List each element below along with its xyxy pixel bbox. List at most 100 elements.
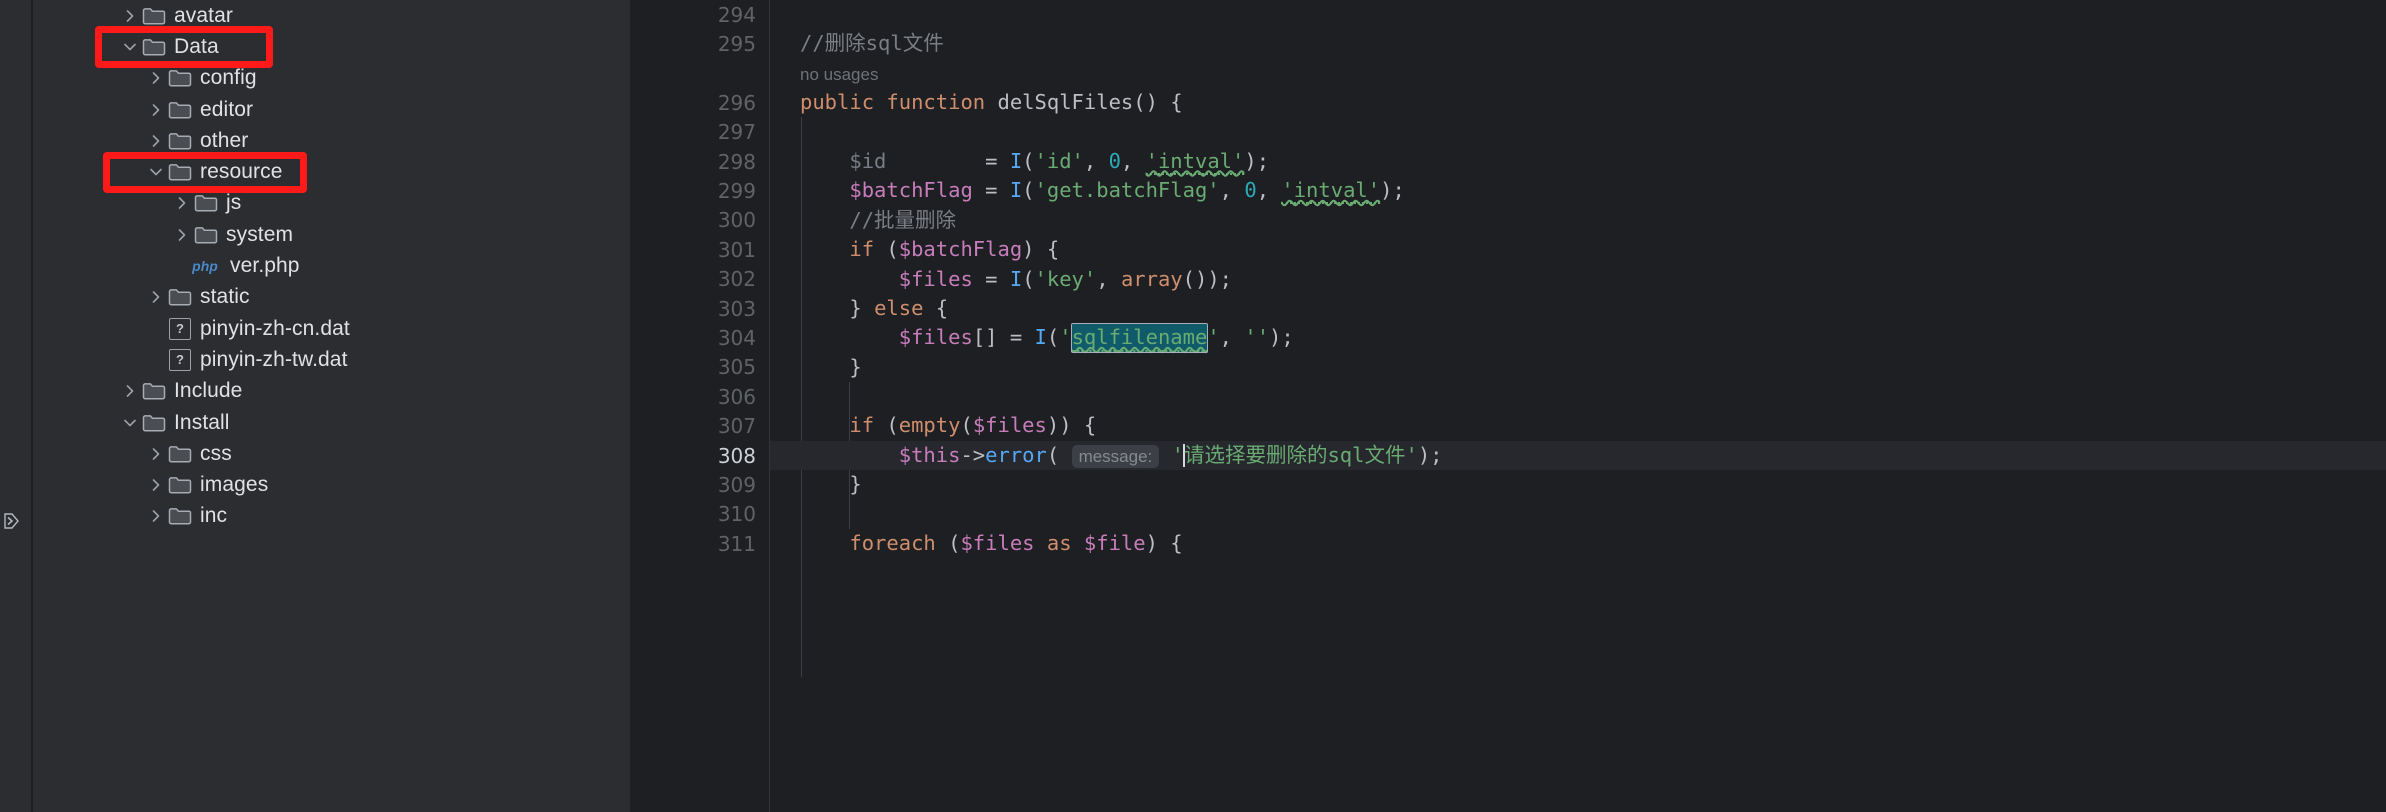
function-call-I: I <box>1034 325 1047 350</box>
sidebar-item-include[interactable]: Include <box>33 376 630 407</box>
chevron-double-right-icon[interactable] <box>0 508 26 534</box>
sidebar-item-js[interactable]: js <box>33 188 630 219</box>
code-editor[interactable]: 294 295 296 297 298 299 300 301 302 303 304 305 306 3… <box>630 0 2386 812</box>
chevron-right-icon[interactable] <box>119 384 141 398</box>
code-line[interactable]: $files[] = I('sqlfilename', ''); <box>770 323 2386 354</box>
sidebar-item-pinyin-zh-tw-dat[interactable]: ? pinyin-zh-tw.dat <box>33 344 630 375</box>
line-number-309[interactable]: 309 <box>630 470 770 499</box>
keyword-function: function <box>886 90 986 115</box>
line-number-310[interactable]: 310 <box>630 500 770 529</box>
keyword-if: if <box>849 413 875 438</box>
sidebar-item-label: Data <box>174 34 219 58</box>
code-line[interactable]: foreach ($files as $file) { <box>770 529 2386 558</box>
editor-gutter[interactable]: 294 295 296 297 298 299 300 301 302 303 304 305 306 3… <box>630 0 791 812</box>
line-number-294[interactable]: 294 <box>630 0 770 29</box>
code-line[interactable]: //删除sql文件 <box>770 29 2386 58</box>
line-number-text: 311 <box>717 531 756 556</box>
line-number-305[interactable]: 305 <box>630 353 770 382</box>
code-line[interactable]: } <box>770 470 2386 499</box>
sidebar-item-label: Install <box>174 410 230 434</box>
folder-icon <box>141 413 167 433</box>
chevron-right-icon[interactable] <box>145 71 167 85</box>
sidebar-item-system[interactable]: system <box>33 219 630 250</box>
sidebar-item-ver-php[interactable]: php ver.php <box>33 250 630 281</box>
chevron-down-icon[interactable] <box>119 40 141 54</box>
line-number-311[interactable]: 311 <box>630 529 770 558</box>
sidebar-item-pinyin-zh-cn-dat[interactable]: ? pinyin-zh-cn.dat <box>33 313 630 344</box>
function-name: delSqlFiles <box>997 90 1134 115</box>
sidebar-item-images[interactable]: images <box>33 469 630 500</box>
chevron-right-icon[interactable] <box>145 290 167 304</box>
line-number-text: 294 <box>717 2 756 27</box>
code-line[interactable]: $id = I('id', 0, 'intval'); <box>770 147 2386 176</box>
folder-icon <box>167 475 193 495</box>
folder-icon <box>141 37 167 57</box>
sidebar-item-label: pinyin-zh-cn.dat <box>200 316 350 340</box>
line-number-297[interactable]: 297 <box>630 118 770 147</box>
chevron-right-icon[interactable] <box>171 196 193 210</box>
sidebar-item-static[interactable]: static <box>33 282 630 313</box>
inlay-no-usages: no usages <box>800 64 879 84</box>
chevron-right-icon[interactable] <box>119 9 141 23</box>
code-line[interactable]: } <box>770 353 2386 382</box>
sidebar-item-css[interactable]: css <box>33 438 630 469</box>
sidebar-item-other[interactable]: other <box>33 125 630 156</box>
chevron-right-icon[interactable] <box>145 103 167 117</box>
variable-files: $files <box>898 266 973 291</box>
line-number-302[interactable]: 302 <box>630 265 770 294</box>
chevron-down-icon[interactable] <box>145 165 167 179</box>
folder-icon <box>167 444 193 464</box>
chevron-right-icon[interactable] <box>145 509 167 523</box>
code-line[interactable] <box>770 382 2386 411</box>
line-number-299[interactable]: 299 <box>630 176 770 205</box>
keyword-else: else <box>874 295 924 320</box>
chevron-down-icon[interactable] <box>119 416 141 430</box>
line-number-295[interactable]: 295 <box>630 29 770 58</box>
sidebar-item-data[interactable]: Data <box>33 31 630 62</box>
code-line-current[interactable]: $this->error( message: '请选择要删除的sql文件'); <box>770 440 2386 471</box>
line-number-text: 300 <box>717 208 756 233</box>
sidebar-item-install[interactable]: Install <box>33 407 630 438</box>
chevron-right-icon[interactable] <box>145 478 167 492</box>
line-number-308[interactable]: 308 <box>630 441 770 470</box>
line-number-303[interactable]: 303 <box>630 294 770 323</box>
sidebar-item-config[interactable]: config <box>33 63 630 94</box>
line-number-306[interactable]: 306 <box>630 382 770 411</box>
code-line[interactable]: $files = I('key', array()); <box>770 265 2386 294</box>
sidebar-item-editor[interactable]: editor <box>33 94 630 125</box>
line-number-text: 298 <box>717 149 756 174</box>
line-number-298[interactable]: 298 <box>630 147 770 176</box>
code-line[interactable]: //批量删除 <box>770 206 2386 235</box>
project-file-tree[interactable]: avatar Data config editor other resource js sys… <box>33 0 630 812</box>
code-line[interactable] <box>770 500 2386 529</box>
code-line[interactable] <box>770 118 2386 147</box>
code-text-area[interactable]: //删除sql文件 no usages public function delS… <box>770 0 2386 812</box>
line-number-296[interactable]: 296 <box>630 88 791 117</box>
line-number-text: 295 <box>717 32 756 57</box>
code-line[interactable] <box>770 0 2386 29</box>
line-number-text: 306 <box>717 384 756 409</box>
chevron-right-icon[interactable] <box>171 228 193 242</box>
code-line[interactable]: if ($batchFlag) { <box>770 235 2386 264</box>
php-file-icon: php <box>192 258 218 275</box>
chevron-right-icon[interactable] <box>145 134 167 148</box>
line-number-307[interactable]: 307 <box>630 411 791 440</box>
code-line[interactable]: } else { <box>770 294 2386 323</box>
sidebar-item-avatar[interactable]: avatar <box>33 0 630 31</box>
line-number-text: 304 <box>717 325 756 350</box>
chevron-right-icon[interactable] <box>145 447 167 461</box>
line-number-text: 299 <box>717 179 756 204</box>
selected-string-sqlfilename[interactable]: sqlfilename <box>1070 323 1209 354</box>
sidebar-item-label: ver.php <box>230 254 300 278</box>
sidebar-item-resource[interactable]: resource <box>33 156 630 187</box>
code-line-inlay[interactable]: no usages <box>770 59 2386 88</box>
line-number-304[interactable]: 304 <box>630 323 770 352</box>
code-line[interactable]: $batchFlag = I('get.batchFlag', 0, 'intv… <box>770 176 2386 205</box>
line-number-blank[interactable] <box>630 59 770 88</box>
line-number-300[interactable]: 300 <box>630 206 770 235</box>
sidebar-item-label: images <box>200 473 269 497</box>
line-number-301[interactable]: 301 <box>630 235 791 264</box>
code-line[interactable]: if (empty($files)) { <box>770 411 2386 440</box>
code-line[interactable]: public function delSqlFiles() { <box>770 88 2386 117</box>
sidebar-item-inc[interactable]: inc <box>33 501 630 532</box>
